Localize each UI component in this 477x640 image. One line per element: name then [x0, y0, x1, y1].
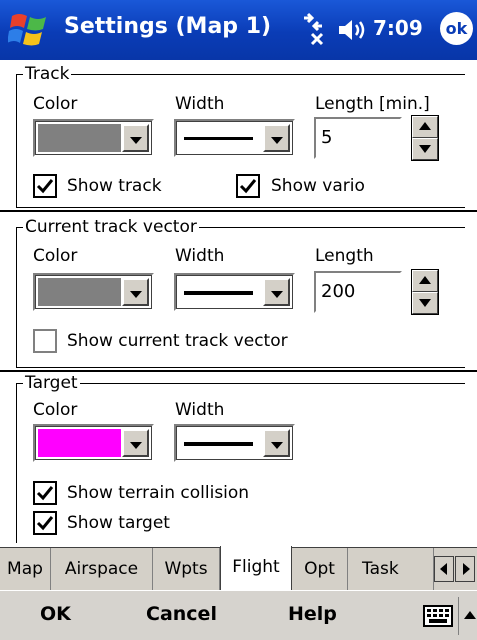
vector-color-swatch — [38, 278, 121, 306]
vector-legend: Current track vector — [23, 216, 199, 238]
sip-divider — [458, 597, 459, 635]
chevron-down-icon[interactable] — [122, 124, 149, 152]
chevron-down-icon[interactable] — [122, 429, 149, 457]
vector-width-dropdown[interactable] — [174, 273, 295, 311]
sip-menu-arrow-icon[interactable] — [464, 611, 476, 619]
target-legend: Target — [23, 372, 80, 394]
chevron-down-icon[interactable] — [263, 429, 290, 457]
tab-opt[interactable]: Opt — [292, 548, 348, 590]
settings-content: Track Color Width Length [min.] 5 Show t… — [0, 60, 477, 547]
checkmark-icon — [36, 179, 54, 194]
vector-length-label: Length — [315, 246, 374, 266]
volume-icon[interactable] — [337, 17, 369, 43]
tab-airspace[interactable]: Airspace — [51, 548, 153, 590]
show-target-label: Show target — [67, 513, 170, 533]
soft-key-bar: OK Cancel Help — [0, 590, 477, 640]
vector-width-label: Width — [175, 246, 225, 266]
track-length-value: 5 — [321, 127, 333, 148]
target-color-dropdown[interactable] — [33, 424, 154, 462]
track-length-spinner[interactable] — [411, 115, 439, 161]
target-color-swatch — [38, 429, 121, 457]
track-color-dropdown[interactable] — [33, 119, 154, 157]
track-length-label: Length [min.] — [315, 94, 430, 114]
show-track-label: Show track — [67, 176, 162, 196]
vector-length-input[interactable]: 200 — [314, 271, 402, 313]
show-terrain-collision-label: Show terrain collision — [67, 483, 250, 503]
section-divider — [0, 210, 477, 212]
track-color-label: Color — [33, 94, 78, 114]
show-vector-checkbox[interactable] — [33, 329, 57, 353]
spin-down-icon[interactable] — [412, 292, 438, 314]
target-width-label: Width — [175, 400, 225, 420]
window-title: Settings (Map 1) — [64, 14, 272, 39]
show-track-checkbox[interactable] — [33, 174, 57, 198]
show-vector-label: Show current track vector — [67, 331, 288, 351]
chevron-down-icon[interactable] — [122, 278, 149, 306]
tab-scroll-left-icon[interactable] — [434, 556, 454, 582]
spin-up-icon[interactable] — [412, 270, 438, 292]
windows-start-icon[interactable] — [8, 10, 52, 50]
ok-softkey[interactable]: OK — [40, 603, 71, 625]
tab-map[interactable]: Map — [0, 548, 51, 590]
checkmark-icon — [36, 486, 54, 501]
target-group: Target Color Width Show terrain collisio… — [16, 372, 465, 543]
show-target-checkbox[interactable] — [33, 511, 57, 535]
track-color-swatch — [38, 124, 121, 152]
vector-length-spinner[interactable] — [411, 269, 439, 315]
connectivity-icon[interactable] — [298, 12, 328, 46]
vector-color-label: Color — [33, 246, 78, 266]
ok-button[interactable]: ok — [440, 12, 473, 45]
line-width-sample — [184, 137, 253, 140]
cancel-softkey[interactable]: Cancel — [146, 603, 217, 625]
vector-color-dropdown[interactable] — [33, 273, 154, 311]
tab-scroll-right-icon[interactable] — [455, 556, 475, 582]
tab-task[interactable]: Task — [348, 548, 434, 590]
keyboard-icon[interactable] — [423, 605, 453, 627]
track-group: Track Color Width Length [min.] 5 Show t… — [16, 63, 465, 208]
tab-bar: Map Airspace Wpts Flight Opt Task — [0, 546, 477, 590]
show-vario-checkbox[interactable] — [236, 174, 260, 198]
track-length-input[interactable]: 5 — [314, 117, 402, 159]
clock[interactable]: 7:09 — [373, 16, 423, 40]
chevron-down-icon[interactable] — [263, 124, 290, 152]
tab-wpts[interactable]: Wpts — [153, 548, 220, 590]
track-width-dropdown[interactable] — [174, 119, 295, 157]
spin-up-icon[interactable] — [412, 116, 438, 138]
spin-down-icon[interactable] — [412, 138, 438, 160]
vector-length-value: 200 — [321, 281, 356, 302]
help-softkey[interactable]: Help — [288, 603, 337, 625]
show-vario-label: Show vario — [271, 176, 365, 196]
chevron-down-icon[interactable] — [263, 278, 290, 306]
line-width-sample — [184, 291, 253, 295]
show-terrain-collision-checkbox[interactable] — [33, 481, 57, 505]
tab-flight[interactable]: Flight — [220, 546, 292, 590]
title-bar: Settings (Map 1) 7:09 ok — [0, 0, 477, 60]
checkmark-icon — [36, 516, 54, 531]
target-width-dropdown[interactable] — [174, 424, 295, 462]
line-width-sample — [184, 442, 253, 446]
target-color-label: Color — [33, 400, 78, 420]
track-vector-group: Current track vector Color Width Length … — [16, 216, 465, 368]
track-legend: Track — [23, 63, 72, 85]
checkmark-icon — [239, 179, 257, 194]
track-width-label: Width — [175, 94, 225, 114]
